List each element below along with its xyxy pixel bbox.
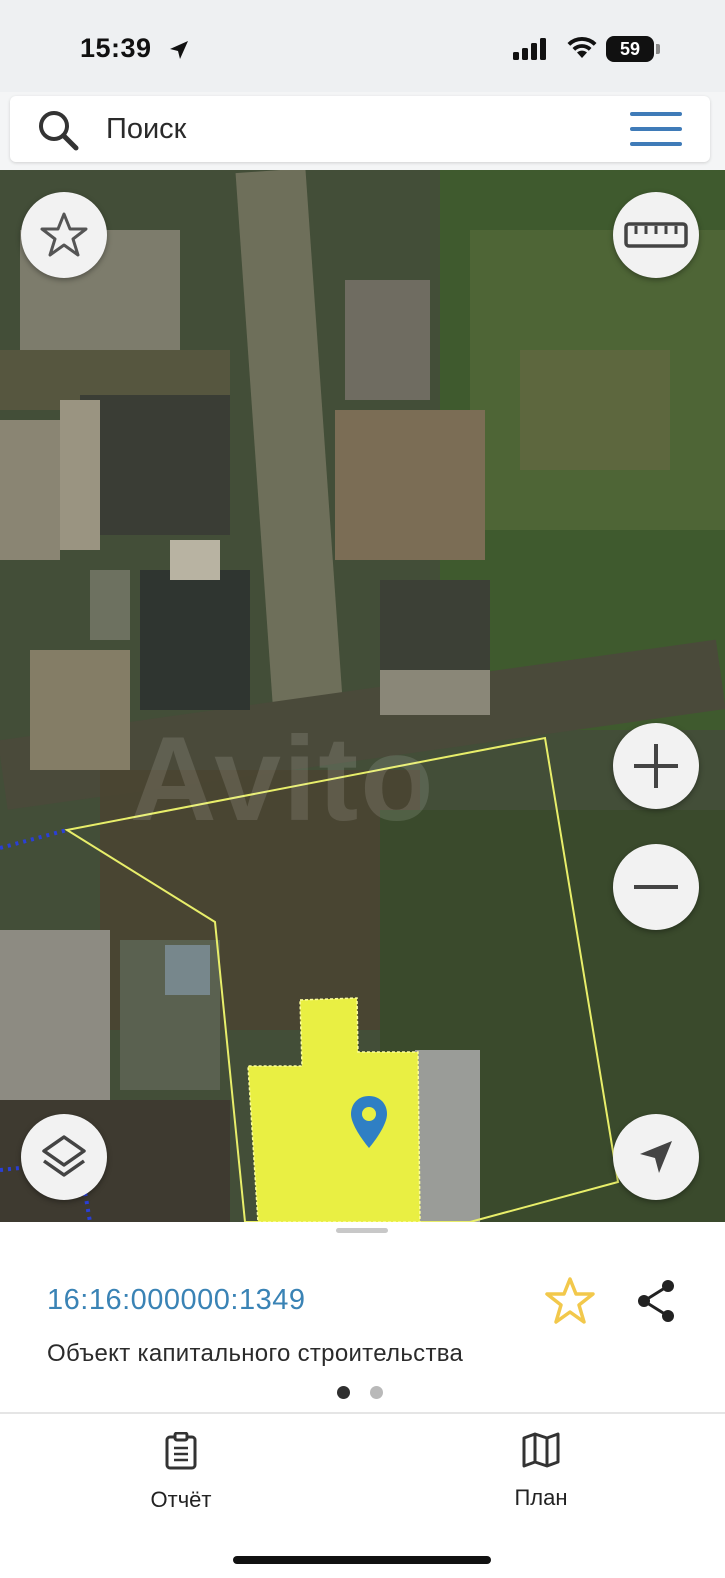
- location-marker-icon[interactable]: [349, 1094, 389, 1150]
- page-dot[interactable]: [370, 1386, 383, 1399]
- favorite-map-button[interactable]: [21, 192, 107, 278]
- home-indicator[interactable]: [233, 1556, 491, 1564]
- status-time: 15:39: [80, 33, 152, 63]
- zoom-out-button[interactable]: [613, 844, 699, 930]
- map-plan-icon: [522, 1432, 560, 1468]
- share-icon[interactable]: [634, 1278, 678, 1324]
- search-input[interactable]: [106, 110, 586, 148]
- page-dot-active[interactable]: [337, 1386, 350, 1399]
- star-icon: [40, 212, 88, 257]
- divider: [0, 1412, 725, 1414]
- sheet-grabber[interactable]: [336, 1228, 388, 1233]
- plus-icon: [634, 744, 678, 788]
- navigation-arrow-icon: [640, 1141, 672, 1173]
- ruler-button[interactable]: [613, 192, 699, 278]
- cadastral-number[interactable]: 16:16:000000:1349: [47, 1284, 305, 1317]
- tab-report[interactable]: Отчёт: [126, 1431, 236, 1513]
- tab-plan-label: План: [514, 1485, 568, 1510]
- page-indicator: [337, 1386, 403, 1404]
- battery-icon: 59: [606, 36, 654, 62]
- status-bar: 15:39 59: [0, 0, 725, 92]
- layers-icon: [42, 1135, 86, 1177]
- battery-tip: [656, 44, 660, 54]
- satellite-imagery: [0, 170, 725, 1222]
- menu-icon[interactable]: [630, 112, 682, 146]
- minus-icon: [634, 885, 678, 889]
- object-type-label: Объект капитального строительства: [47, 1340, 464, 1367]
- watermark: Avito: [130, 712, 436, 846]
- search-bar: [10, 96, 710, 162]
- layers-button[interactable]: [21, 1114, 107, 1200]
- signal-icon: [513, 38, 546, 60]
- zoom-in-button[interactable]: [613, 723, 699, 809]
- star-icon[interactable]: [545, 1276, 595, 1326]
- tab-plan[interactable]: План: [486, 1432, 596, 1511]
- report-clipboard-icon: [165, 1431, 197, 1470]
- tab-report-label: Отчёт: [150, 1487, 212, 1512]
- satellite-map[interactable]: Avito: [0, 170, 725, 1222]
- location-arrow-icon: [170, 41, 188, 59]
- search-icon[interactable]: [36, 108, 82, 154]
- ruler-icon: [624, 222, 688, 248]
- locate-me-button[interactable]: [613, 1114, 699, 1200]
- object-bottom-sheet: 16:16:000000:1349 Объект капитального ст…: [0, 1222, 725, 1578]
- wifi-icon: [567, 36, 597, 58]
